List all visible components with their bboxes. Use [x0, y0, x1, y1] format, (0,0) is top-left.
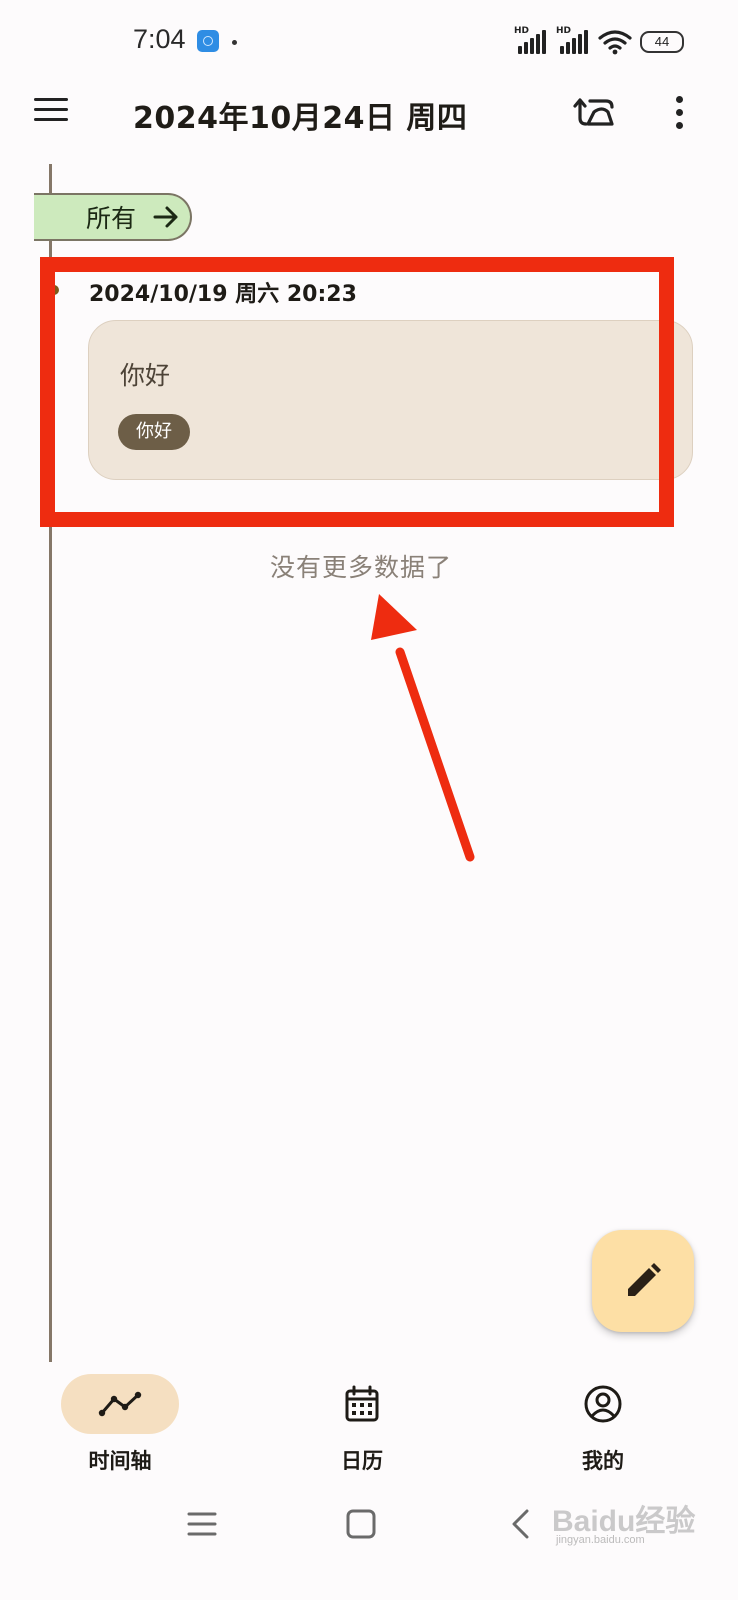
status-indicators: HD HD 44 [514, 26, 684, 56]
hamburger-menu-icon[interactable] [34, 96, 70, 124]
pencil-icon [628, 1263, 661, 1296]
notification-dot [232, 40, 237, 45]
more-vertical-icon[interactable] [670, 96, 688, 130]
filter-chip-all[interactable]: 所有 [34, 193, 192, 241]
arrow-right-icon [153, 206, 178, 228]
app-notification-icon [197, 30, 219, 52]
nav-profile[interactable]: 我的 [523, 1373, 683, 1483]
nav-calendar[interactable]: 日历 [282, 1373, 442, 1483]
signal-icon: HD [514, 26, 548, 54]
nav-label: 日历 [341, 1449, 383, 1473]
page-title: 2024年10月24日 周四 [133, 101, 468, 136]
account-icon [584, 1385, 622, 1423]
nav-label: 时间轴 [88, 1449, 152, 1473]
battery-indicator: 44 [640, 31, 684, 53]
system-back-icon[interactable] [505, 1508, 537, 1540]
status-time: 7:04 [133, 24, 186, 54]
nav-label: 我的 [582, 1449, 624, 1473]
annotation-arrow [371, 594, 475, 862]
watermark-url: jingyan.baidu.com [556, 1534, 645, 1546]
calendar-icon [345, 1385, 379, 1422]
system-menu-icon[interactable] [186, 1508, 218, 1540]
system-home-icon[interactable] [345, 1508, 377, 1540]
signal-icon: HD [556, 26, 590, 54]
new-entry-button[interactable] [592, 1230, 694, 1332]
timeline-icon [98, 1391, 142, 1417]
wifi-icon [598, 30, 632, 55]
filter-label: 所有 [86, 204, 137, 233]
nav-pill-active [61, 1374, 179, 1434]
sync-icon[interactable] [572, 92, 616, 132]
annotation-highlight-box [40, 257, 674, 527]
nav-timeline[interactable]: 时间轴 [40, 1373, 200, 1483]
list-end-text: 没有更多数据了 [270, 553, 453, 582]
